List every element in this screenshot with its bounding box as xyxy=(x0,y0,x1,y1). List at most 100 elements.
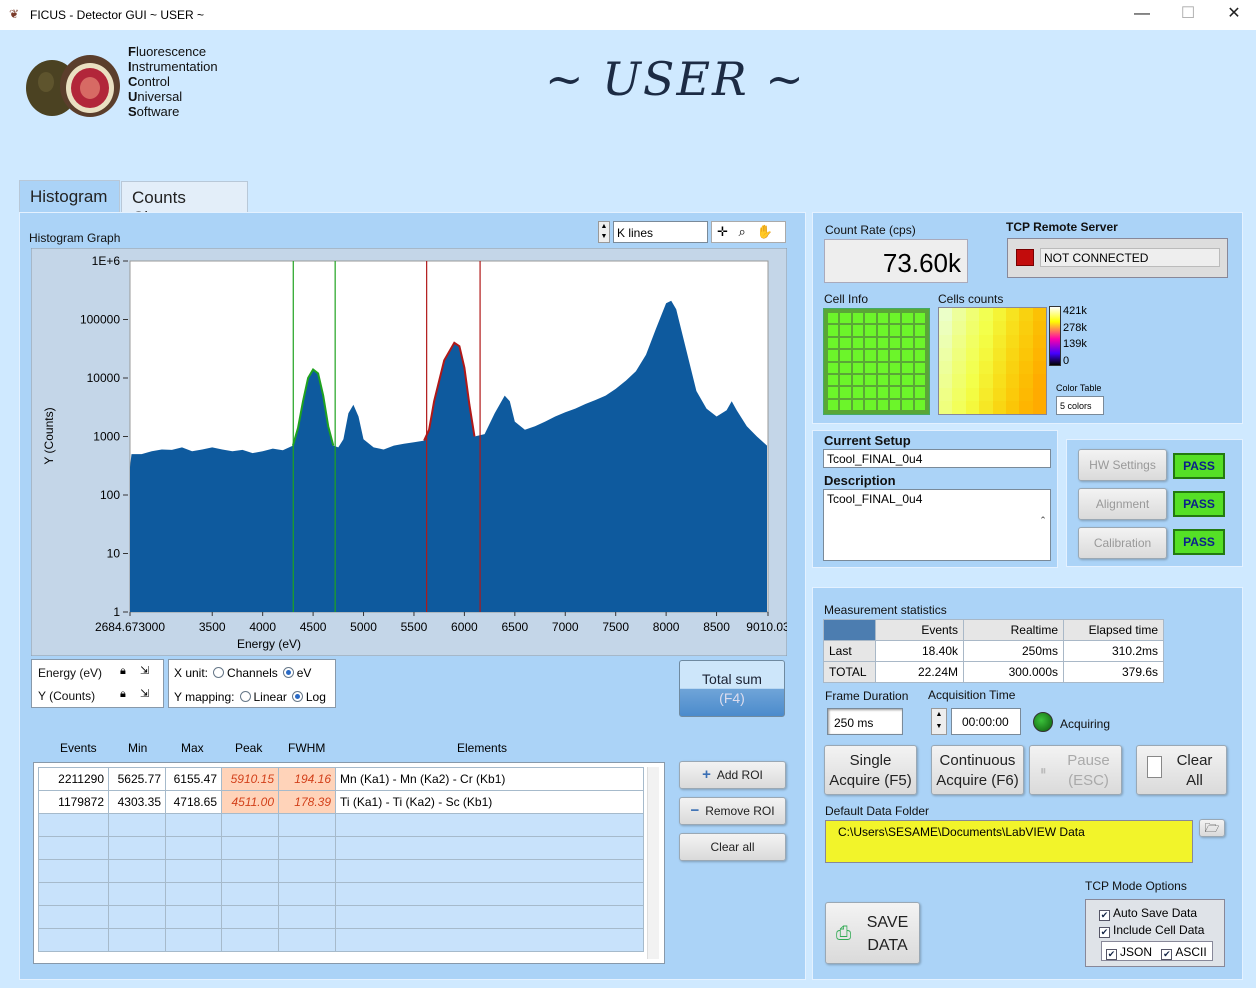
scale-label: 278k xyxy=(1063,321,1087,334)
pause-button[interactable]: ⏸︎ Pause (ESC) xyxy=(1029,745,1122,795)
zoom-tool-icon[interactable]: ⌕ xyxy=(739,224,746,239)
lock-icon[interactable]: 🔒︎ xyxy=(120,665,126,678)
ev-radio[interactable] xyxy=(282,667,294,678)
save-data-button[interactable]: ⎙ SAVE DATA xyxy=(825,902,920,964)
stats-row-name: Last xyxy=(823,640,876,662)
heatmap-cell xyxy=(1032,361,1046,375)
app-icon: ❦ xyxy=(9,7,20,21)
status-indicator-icon xyxy=(1016,249,1034,266)
roi-fwhm: 194.16 xyxy=(278,767,336,791)
x-tick-label: 7500 xyxy=(602,620,629,634)
tab-counts-charts[interactable]: Counts Charts xyxy=(121,181,248,227)
total-sum-button[interactable]: Total sum (F4) xyxy=(679,660,785,717)
table-row[interactable] xyxy=(38,928,644,952)
cell-indicator xyxy=(828,374,839,386)
include-cell-label: Include Cell Data xyxy=(1113,923,1205,937)
add-roi-button[interactable]: + Add ROI xyxy=(679,761,786,789)
heatmap-cell xyxy=(1019,374,1033,388)
single-acquire-label: Single xyxy=(849,752,892,769)
format-row: ✔ JSON ✔ ASCII xyxy=(1101,941,1213,961)
stats-realtime: 250ms xyxy=(963,640,1064,662)
frame-duration-field[interactable]: 250 ms xyxy=(827,708,903,735)
linear-radio[interactable] xyxy=(239,691,251,702)
hw-settings-button[interactable]: HW Settings xyxy=(1078,449,1167,481)
minimize-button[interactable]: — xyxy=(1122,4,1162,26)
tcp-status-box: NOT CONNECTED xyxy=(1007,238,1228,278)
scale-label: 139k xyxy=(1063,338,1087,350)
cell-indicator xyxy=(840,337,851,349)
continuous-acquire-button[interactable]: Continuous Acquire (F6) xyxy=(931,745,1024,795)
lines-select[interactable]: K lines xyxy=(613,221,708,243)
table-row[interactable] xyxy=(38,836,644,860)
table-row[interactable] xyxy=(38,882,644,906)
json-checkbox[interactable]: ✔ xyxy=(1106,949,1117,960)
cell-indicator xyxy=(914,387,925,398)
cell-indicator xyxy=(914,313,925,324)
log-radio[interactable] xyxy=(291,691,303,702)
heatmap-cell xyxy=(965,308,980,322)
current-setup-field[interactable]: Tcool_FINAL_0u4 xyxy=(823,449,1051,468)
acquisition-time-field[interactable]: 00:00:00 xyxy=(951,708,1021,735)
table-row[interactable]: 2211290 5625.77 6155.47 5910.15 194.16 M… xyxy=(38,767,644,791)
pan-hand-icon[interactable]: ✋ xyxy=(756,224,772,239)
auto-save-checkbox[interactable]: ✔ xyxy=(1099,910,1110,921)
table-row[interactable] xyxy=(38,905,644,929)
description-scrollbar[interactable]: ⌃ xyxy=(1036,490,1050,560)
x-tick-label: 6000 xyxy=(451,620,478,634)
axis-options: X unit: Channels eV Y mapping: Linear Log xyxy=(168,659,336,708)
include-cell-checkbox[interactable]: ✔ xyxy=(1099,927,1110,938)
calibration-button[interactable]: Calibration xyxy=(1078,527,1167,559)
cell-indicator xyxy=(914,337,925,349)
table-row[interactable] xyxy=(38,813,644,837)
data-folder-path[interactable]: C:\Users\SESAME\Documents\LabVIEW Data xyxy=(825,820,1193,863)
roi-table-header: Events Min Max Peak FWHM Elements xyxy=(40,741,640,755)
cell-indicator xyxy=(914,325,925,336)
tab-histogram[interactable]: Histogram xyxy=(19,180,120,212)
x-autoscale-icon[interactable]: ⇲ xyxy=(140,664,149,677)
roi-elements: Mn (Ka1) - Mn (Ka2) - Cr (Kb1) xyxy=(335,767,644,791)
heatmap-cell xyxy=(965,374,980,388)
roi-table: 2211290 5625.77 6155.47 5910.15 194.16 M… xyxy=(33,762,665,964)
remove-roi-button[interactable]: − Remove ROI xyxy=(679,797,786,825)
count-rate-display: 73.60k xyxy=(824,239,968,283)
x-tick-label: 5000 xyxy=(350,620,377,634)
single-acquire-button[interactable]: Single Acquire (F5) xyxy=(824,745,917,795)
close-button[interactable]: ✕ xyxy=(1214,4,1254,26)
heatmap-cell xyxy=(1005,387,1020,401)
minus-icon: − xyxy=(690,802,700,819)
maximize-button[interactable]: ☐ xyxy=(1168,4,1208,26)
cell-indicator xyxy=(902,399,913,410)
json-label: JSON xyxy=(1120,945,1153,959)
roi-col-events: Events xyxy=(60,741,97,755)
roi-scrollbar[interactable] xyxy=(647,767,659,959)
clear-all-roi-button[interactable]: Clear all xyxy=(679,833,786,861)
roi-col-peak: Peak xyxy=(235,741,263,755)
table-row[interactable] xyxy=(38,859,644,883)
description-field[interactable]: Tcool_FINAL_0u4 xyxy=(823,489,1051,561)
cell-indicator xyxy=(840,362,851,373)
include-cell-row[interactable]: ✔ Include Cell Data xyxy=(1099,923,1204,938)
alignment-button[interactable]: Alignment xyxy=(1078,488,1167,520)
lines-select-spinner[interactable]: ▲ ▼ xyxy=(598,221,610,243)
heatmap-cell xyxy=(1019,321,1033,335)
heatmap-cell xyxy=(979,374,993,388)
heatmap-cell xyxy=(1005,400,1020,414)
heatmap-cell xyxy=(965,361,980,375)
roi-col-fwhm: FWHM xyxy=(288,741,326,755)
xunit-label: X unit: xyxy=(174,666,209,680)
roi-events: 1179872 xyxy=(38,790,109,814)
acquisition-time-spinner[interactable]: ▲ ▼ xyxy=(931,708,947,735)
heatmap-cell xyxy=(952,387,966,401)
y-autoscale-icon[interactable]: ⇲ xyxy=(140,687,149,700)
color-table-select[interactable]: 5 colors xyxy=(1056,396,1104,415)
lock-icon[interactable]: 🔒︎ xyxy=(120,688,126,701)
cursor-tool-icon[interactable]: ✛ xyxy=(717,224,728,239)
table-row[interactable]: 1179872 4303.35 4718.65 4511.00 178.39 T… xyxy=(38,790,644,814)
auto-save-row[interactable]: ✔ Auto Save Data xyxy=(1099,906,1197,921)
heatmap-cell xyxy=(1019,387,1033,401)
ascii-checkbox[interactable]: ✔ xyxy=(1161,949,1173,960)
histogram-graph[interactable]: 1E+6 100000 10000 1000 100 10 1 2684.673000 350… xyxy=(31,248,787,656)
clear-all-button[interactable]: Clear All xyxy=(1136,745,1227,795)
channels-radio[interactable] xyxy=(213,667,225,678)
browse-folder-button[interactable]: 🗁 xyxy=(1199,819,1225,837)
